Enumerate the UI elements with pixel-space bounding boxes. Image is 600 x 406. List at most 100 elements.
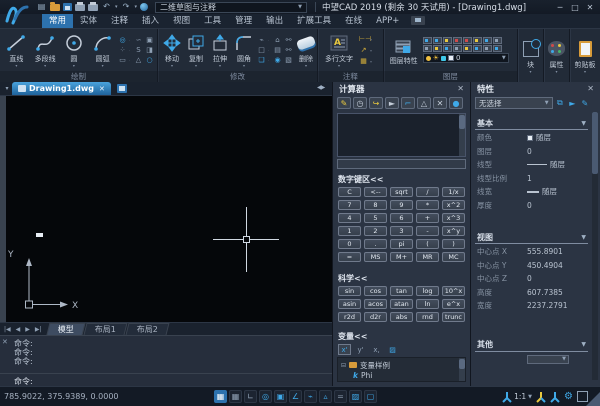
- first-layout-icon[interactable]: |◀: [2, 326, 13, 333]
- calc-key[interactable]: trunc: [442, 312, 465, 322]
- calc-key[interactable]: =: [338, 252, 361, 262]
- calculator-input[interactable]: [337, 159, 466, 169]
- calc-key[interactable]: d2r: [364, 312, 387, 322]
- settings-gear-icon[interactable]: ⚙: [564, 391, 573, 402]
- tab-annotate[interactable]: 注释: [104, 14, 135, 28]
- panel-label-modify[interactable]: 修改: [158, 71, 317, 82]
- calc-key[interactable]: 7: [338, 200, 361, 210]
- numpad-header[interactable]: 数字键区<<: [333, 172, 470, 186]
- tab-home[interactable]: 常用: [42, 14, 74, 28]
- tab-solid[interactable]: 实体: [73, 14, 104, 28]
- drawing-canvas[interactable]: Y X: [0, 96, 332, 322]
- tab-layout2[interactable]: 布局2: [125, 323, 170, 335]
- online-icon[interactable]: [140, 3, 149, 11]
- calc-key[interactable]: <--: [364, 187, 387, 197]
- calc-key[interactable]: 8: [364, 200, 387, 210]
- calc-key[interactable]: 9: [390, 200, 413, 210]
- move-button[interactable]: 移动 ▾: [161, 32, 183, 68]
- variables-header[interactable]: 变量<<: [333, 329, 470, 343]
- annotation-visibility-icon[interactable]: [536, 391, 546, 403]
- calc-key[interactable]: *: [416, 200, 439, 210]
- close-button[interactable]: ✕: [583, 2, 597, 13]
- section-basic[interactable]: 基本 ▼: [475, 117, 588, 130]
- calc-key[interactable]: x^2: [442, 200, 465, 210]
- erase-button[interactable]: 删除 ▾: [295, 32, 317, 68]
- tab-insert[interactable]: 插入: [135, 14, 166, 28]
- delete-variable-icon[interactable]: x,: [370, 344, 383, 355]
- fillet-button[interactable]: 圆角 ▾: [233, 32, 255, 68]
- polyline-button[interactable]: 多段线 ▾: [32, 32, 59, 68]
- new-document-icon[interactable]: [116, 84, 127, 93]
- copy-button[interactable]: 复制 ▾: [185, 32, 207, 68]
- resize-grip[interactable]: [586, 392, 600, 406]
- arc-button[interactable]: 圆弧 ▾: [89, 32, 116, 68]
- collapse-section-icon[interactable]: ▼: [581, 234, 586, 241]
- calc-key[interactable]: MR: [416, 252, 439, 262]
- modify-flyout-grid[interactable]: ⌁ · ⌂ ⚯ □ · ▤ ⚯ ❏ · ◉ ▧: [257, 36, 293, 65]
- circle-button[interactable]: 圆 ▾: [61, 32, 88, 68]
- next-layout-icon[interactable]: ▶: [23, 326, 32, 333]
- panel-label-layers[interactable]: 图层: [383, 71, 517, 82]
- tab-extension-tools[interactable]: 扩展工具: [290, 14, 338, 28]
- dynamic-input-toggle-icon[interactable]: ⌁: [304, 390, 317, 403]
- calc-key[interactable]: 6: [390, 213, 413, 223]
- scrollbar[interactable]: [592, 112, 598, 380]
- calc-key[interactable]: (: [416, 239, 439, 249]
- clear-icon[interactable]: ✎: [337, 97, 351, 109]
- quick-select-icon[interactable]: ✎: [580, 97, 590, 109]
- undo-dropdown-icon[interactable]: ▾: [115, 4, 118, 10]
- scrollbar[interactable]: [459, 114, 465, 156]
- collapse-section-icon[interactable]: ▼: [581, 120, 586, 127]
- doc-list-dropdown-icon[interactable]: ▾: [2, 82, 12, 95]
- calc-key[interactable]: atan: [390, 299, 413, 309]
- calculator-history-display[interactable]: [337, 113, 466, 157]
- property-row[interactable]: 中心点 Z 0: [471, 272, 600, 286]
- close-tab-icon[interactable]: ✕: [99, 85, 105, 93]
- layer-tools-grid[interactable]: ☀ 0 ▼: [422, 37, 509, 63]
- panel-autohide-toggle[interactable]: ◀▶: [317, 84, 325, 91]
- mtext-button[interactable]: A 多行文字 ▾: [321, 32, 357, 68]
- calc-key[interactable]: 2: [364, 226, 387, 236]
- line-button[interactable]: 直线 ▾: [3, 32, 30, 68]
- panel-label-annotate[interactable]: 注释: [318, 71, 383, 82]
- return-value-icon[interactable]: ▨: [386, 344, 399, 355]
- otrack-toggle-icon[interactable]: ▣: [274, 390, 287, 403]
- new-file-icon[interactable]: ▤: [36, 2, 47, 12]
- calc-key[interactable]: tan: [390, 286, 413, 296]
- block-button[interactable]: 块 ▾: [520, 38, 542, 74]
- calc-key[interactable]: M+: [390, 252, 413, 262]
- intersection-icon[interactable]: ✕: [433, 97, 447, 109]
- calc-key[interactable]: MC: [442, 252, 465, 262]
- collapse-section-icon[interactable]: ▼: [581, 341, 586, 348]
- property-row[interactable]: 宽度 2237.2791: [471, 299, 600, 313]
- tab-layout1[interactable]: 布局1: [83, 323, 128, 335]
- scientific-header[interactable]: 科学<<: [333, 271, 470, 285]
- redo-icon[interactable]: ↷: [121, 2, 132, 12]
- command-window[interactable]: ✕ 命令: 命令: 命令: 命令:: [0, 335, 332, 386]
- calc-key[interactable]: log: [416, 286, 439, 296]
- property-row[interactable]: 图层 0: [471, 145, 600, 159]
- get-coordinates-icon[interactable]: ►: [385, 97, 399, 109]
- tab-view[interactable]: 视图: [166, 14, 197, 28]
- property-row[interactable]: ▼: [471, 353, 600, 367]
- section-other[interactable]: 其他 ▼: [475, 339, 588, 352]
- panel-label-draw[interactable]: 绘制: [0, 71, 157, 82]
- calc-key[interactable]: e^x: [442, 299, 465, 309]
- property-row[interactable]: 中心点 Y 450.4904: [471, 259, 600, 273]
- tab-output[interactable]: 输出: [259, 14, 290, 28]
- calc-key[interactable]: sin: [338, 286, 361, 296]
- toggle-pickadd-icon[interactable]: ⧉: [555, 97, 565, 109]
- document-tab[interactable]: Drawing1.dwg ✕: [12, 82, 111, 95]
- calc-key[interactable]: acos: [364, 299, 387, 309]
- tab-app-plus[interactable]: APP+: [369, 14, 406, 28]
- grid-toggle-icon[interactable]: ▦: [229, 390, 242, 403]
- draw-flyout-grid[interactable]: ◎ · ∽ ▣ ⁘ · S ◨ ▭ · △ ○: [118, 36, 154, 65]
- lineweight-toggle-icon[interactable]: =: [334, 390, 347, 403]
- select-objects-icon[interactable]: ►: [567, 97, 577, 109]
- calc-key[interactable]: ln: [416, 299, 439, 309]
- calc-key[interactable]: ): [442, 239, 465, 249]
- stretch-button[interactable]: 拉伸 ▾: [209, 32, 231, 68]
- close-command-icon[interactable]: ✕: [2, 338, 8, 346]
- esnap-toggle-icon[interactable]: ▵: [319, 390, 332, 403]
- plot-preview-icon[interactable]: [88, 1, 98, 11]
